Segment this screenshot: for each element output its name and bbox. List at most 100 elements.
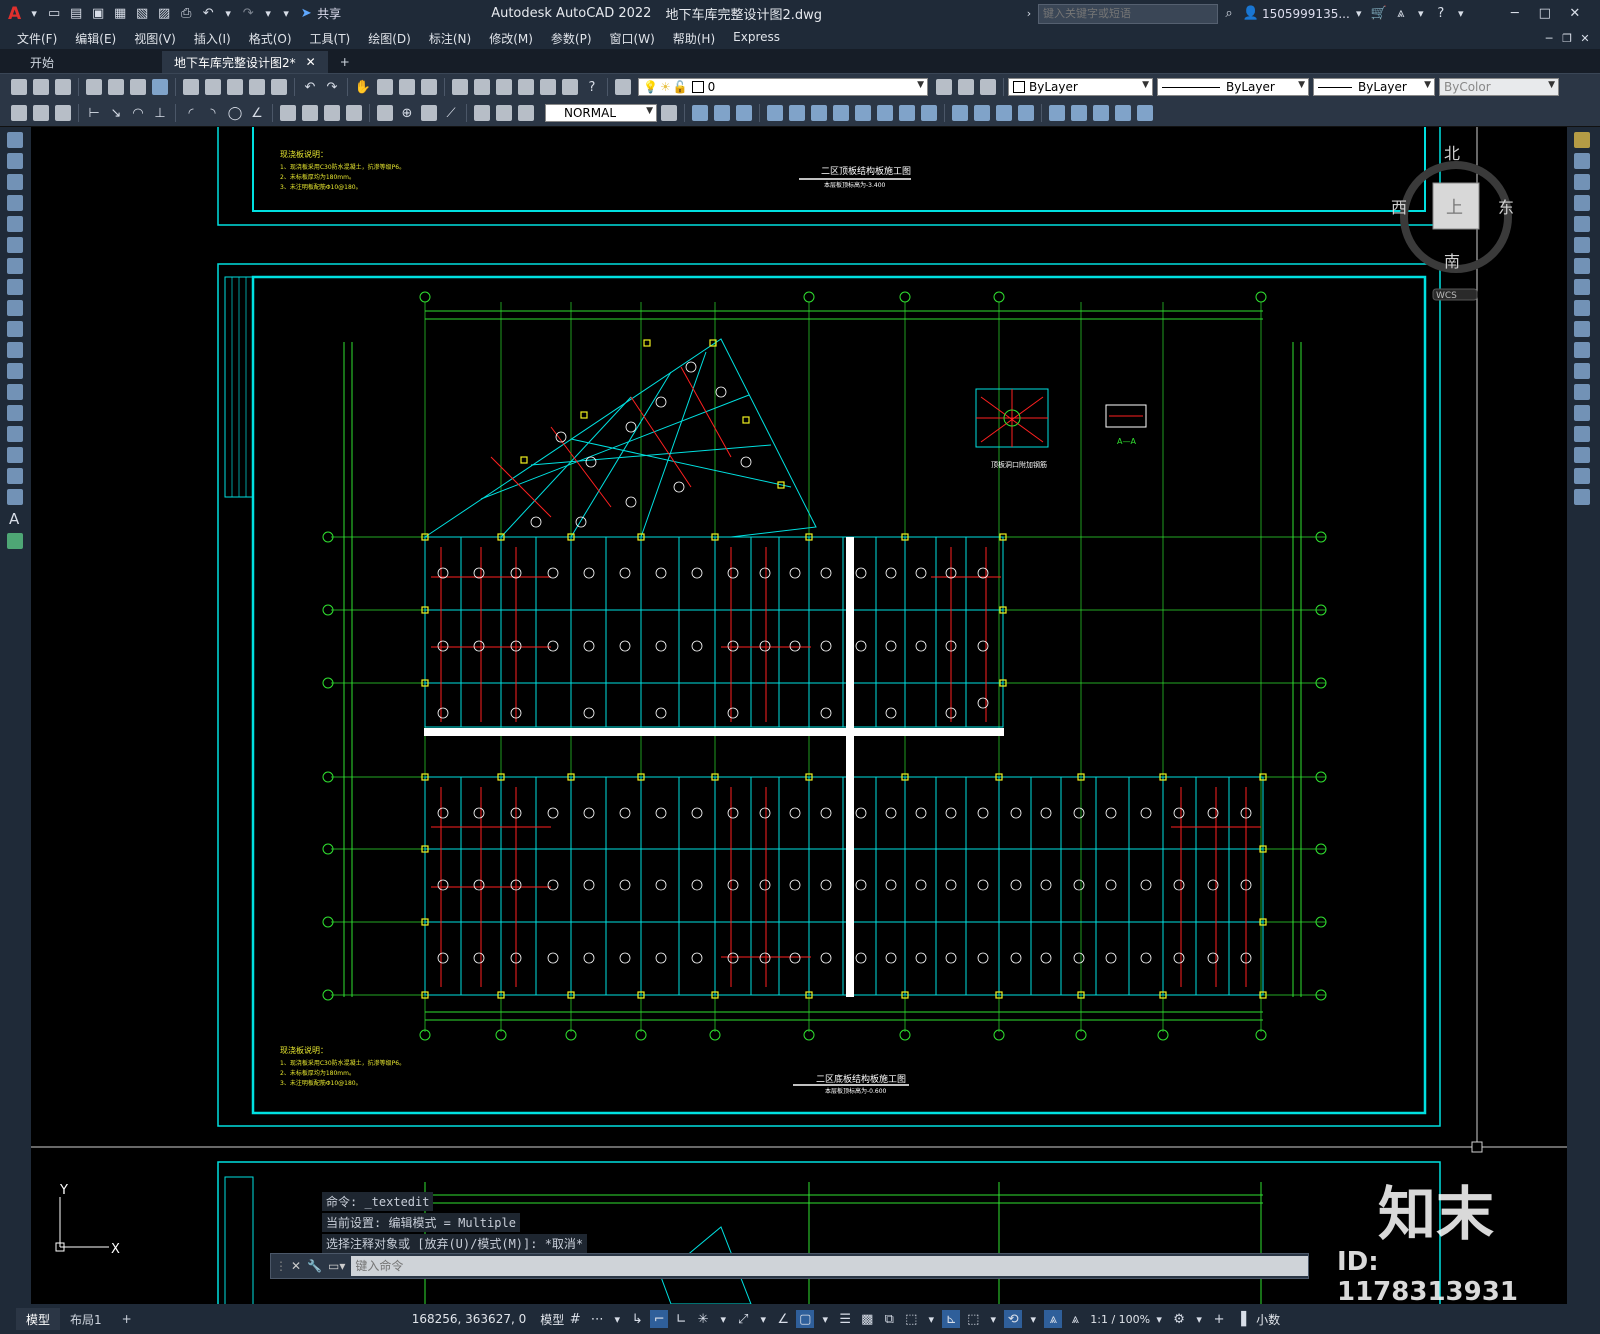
insert-block-icon[interactable]	[7, 363, 23, 379]
join-icon[interactable]	[1018, 105, 1034, 121]
layer-dropdown[interactable]: 💡 ☀ 🔓 0 ▼	[638, 78, 928, 96]
ellipse-icon[interactable]	[7, 321, 23, 337]
chevron-down-icon[interactable]: ▾	[1454, 5, 1468, 23]
menu-item[interactable]: 修改(M)	[489, 30, 533, 47]
match-properties-icon[interactable]	[249, 79, 265, 95]
continue-dim-icon[interactable]	[302, 105, 318, 121]
dynamic-input-icon[interactable]: ⌐	[650, 1310, 669, 1328]
chamfer-icon[interactable]	[1574, 426, 1590, 442]
make-current-icon[interactable]	[936, 79, 952, 95]
coordinates[interactable]: 168256, 363627, 0	[412, 1312, 527, 1326]
zoom-window-icon[interactable]	[399, 79, 415, 95]
menu-item[interactable]: 插入(I)	[194, 30, 231, 47]
baseline-dim-icon[interactable]: ⊢	[85, 104, 103, 122]
polygon-icon[interactable]	[7, 195, 23, 211]
arc-icon[interactable]	[7, 237, 23, 253]
chevron-down-icon[interactable]: ▾	[756, 1310, 770, 1328]
autodesk-a360-icon[interactable]: ⩓	[1392, 5, 1410, 23]
chevron-down-icon[interactable]: ▾	[1414, 5, 1428, 23]
properties-icon[interactable]	[452, 79, 468, 95]
chevron-down-icon[interactable]: ▾	[1026, 1310, 1040, 1328]
units-value[interactable]: 小数	[1256, 1311, 1280, 1328]
save-as-icon[interactable]: ▦	[111, 5, 129, 23]
quick-dim-icon[interactable]	[280, 105, 296, 121]
redo-icon[interactable]: ↷	[239, 5, 257, 23]
help-icon[interactable]: ?	[1432, 5, 1450, 23]
array-icon[interactable]	[1574, 216, 1590, 232]
wrench-icon[interactable]: 🔧	[307, 1259, 322, 1273]
gizmo-icon[interactable]: ⟲	[1004, 1310, 1023, 1328]
menu-item[interactable]: 标注(N)	[429, 30, 471, 47]
move-icon[interactable]	[1574, 237, 1590, 253]
close-icon[interactable]: ✕	[1566, 5, 1584, 23]
aligned-dim-icon[interactable]	[33, 105, 49, 121]
doc-restore-icon[interactable]: ❐	[1560, 29, 1574, 47]
ellipse-arc-icon[interactable]	[7, 342, 23, 358]
chevron-down-icon[interactable]: ▼	[646, 106, 653, 116]
chevron-down-icon[interactable]: ▾	[1192, 1310, 1206, 1328]
scale-icon[interactable]	[855, 105, 871, 121]
cart-icon[interactable]: 🛒	[1370, 5, 1388, 23]
user-icon[interactable]: 👤	[1242, 5, 1260, 23]
menu-item[interactable]: 参数(P)	[551, 30, 592, 47]
lineweight-dropdown[interactable]: ByLayer ▼	[1313, 78, 1435, 96]
maximize-icon[interactable]: □	[1536, 5, 1554, 23]
share-button[interactable]: 共享	[317, 5, 341, 22]
calculator-icon[interactable]	[562, 79, 578, 95]
search-icon[interactable]: ⌕	[1220, 5, 1238, 23]
save-icon[interactable]	[55, 79, 71, 95]
close-icon[interactable]: ✕	[291, 1259, 301, 1273]
undo-icon[interactable]: ↶	[199, 5, 217, 23]
region-icon[interactable]	[1137, 105, 1153, 121]
insert-block-icon[interactable]	[1049, 105, 1065, 121]
annotation-scale[interactable]: 1:1 / 100%	[1090, 1313, 1150, 1326]
trim-icon[interactable]	[1574, 321, 1590, 337]
hatch-icon[interactable]	[7, 426, 23, 442]
break-icon[interactable]	[1574, 384, 1590, 400]
dimstyle-manager-icon[interactable]	[661, 105, 677, 121]
offset-icon[interactable]	[1574, 195, 1590, 211]
trim-icon[interactable]	[877, 105, 893, 121]
search-input[interactable]	[1037, 3, 1218, 24]
lightbulb-icon[interactable]: 💡	[643, 80, 658, 94]
mirror-icon[interactable]	[767, 105, 783, 121]
explode-icon[interactable]	[1574, 489, 1590, 505]
dim-edit-icon[interactable]	[474, 105, 490, 121]
chevron-down-icon[interactable]: ▾	[818, 1310, 832, 1328]
copy-icon[interactable]	[1574, 153, 1590, 169]
menu-item[interactable]: 文件(F)	[17, 30, 57, 47]
import-icon[interactable]: ▨	[155, 5, 173, 23]
sheet-set-icon[interactable]	[518, 79, 534, 95]
make-block-icon[interactable]	[7, 384, 23, 400]
undo-dropdown-icon[interactable]: ▾	[221, 5, 235, 23]
redo-dropdown-icon[interactable]: ▾	[261, 5, 275, 23]
color-dropdown[interactable]: ByLayer ▼	[1008, 78, 1153, 96]
zoom-realtime-icon[interactable]	[377, 79, 393, 95]
inspect-icon[interactable]	[421, 105, 437, 121]
circle-icon[interactable]: ◯	[226, 104, 244, 122]
lineweight-icon[interactable]: ☰	[836, 1310, 854, 1328]
grip-icon[interactable]: ⋮	[275, 1259, 287, 1273]
tab-drawing[interactable]: 地下车库完整设计图2* ✕	[162, 51, 328, 73]
blend-curves-icon[interactable]	[1574, 468, 1590, 484]
minimize-icon[interactable]: ─	[1506, 5, 1524, 23]
help-icon[interactable]: ?	[583, 78, 601, 96]
point-icon[interactable]	[1093, 105, 1109, 121]
redo-icon[interactable]: ↷	[323, 78, 341, 96]
design-center-icon[interactable]	[474, 79, 490, 95]
fillet-icon[interactable]	[1574, 447, 1590, 463]
autocad-logo[interactable]: A	[8, 4, 21, 24]
center-mark-icon[interactable]: ⊕	[398, 104, 416, 122]
linetype-dropdown[interactable]: ByLayer ▼	[1157, 78, 1309, 96]
line-icon[interactable]	[7, 132, 23, 148]
layer-states-icon[interactable]	[980, 79, 996, 95]
dim-text-edit-icon[interactable]	[496, 105, 512, 121]
chevron-down-icon[interactable]: ▾	[1352, 5, 1366, 23]
angular-dim-icon[interactable]: ◝	[204, 104, 222, 122]
share-icon[interactable]: ➤	[297, 5, 315, 23]
revision-cloud-icon[interactable]	[7, 279, 23, 295]
ordinate-dim-icon[interactable]: ↘	[107, 104, 125, 122]
menu-item[interactable]: Express	[733, 30, 780, 47]
fillet-icon[interactable]	[952, 105, 968, 121]
sun-icon[interactable]: ☀	[660, 80, 671, 94]
